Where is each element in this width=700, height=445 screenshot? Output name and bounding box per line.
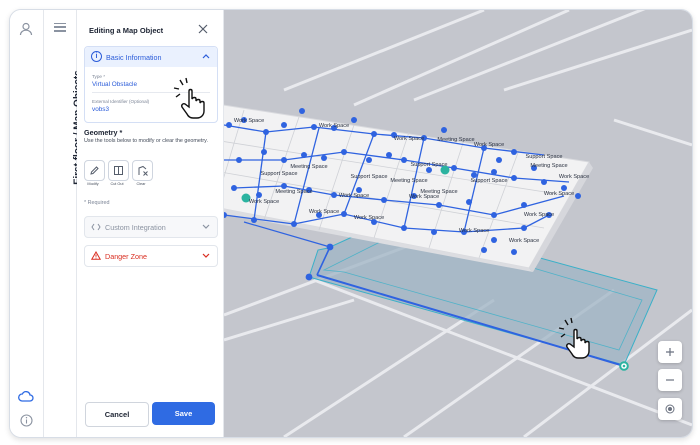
svg-text:Work Space: Work Space <box>319 123 349 129</box>
geometry-title: Geometry * <box>84 128 123 137</box>
svg-text:Meeting Space: Meeting Space <box>275 189 312 195</box>
type-label: Type * <box>92 74 106 79</box>
cut-out-button[interactable] <box>108 160 129 181</box>
svg-text:Work Space: Work Space <box>474 142 504 148</box>
svg-text:Meeting Space: Meeting Space <box>420 189 457 195</box>
svg-text:Support Space: Support Space <box>410 162 447 168</box>
basic-info-header[interactable]: i Basic Information <box>85 47 217 67</box>
geometry-description: Use the tools below to modify or clear t… <box>84 138 208 144</box>
plus-icon <box>666 348 674 356</box>
edit-panel: Editing a Map Object i Basic Information… <box>77 10 224 437</box>
modify-button[interactable] <box>84 160 105 181</box>
svg-text:Work Space: Work Space <box>354 215 384 221</box>
svg-text:Work Space: Work Space <box>309 209 339 215</box>
user-icon[interactable] <box>18 21 34 37</box>
cut-out-label: Cut Out <box>110 182 124 186</box>
svg-text:Support Space: Support Space <box>470 178 507 184</box>
required-note: * Required <box>84 200 110 206</box>
danger-zone-section[interactable]: Danger Zone <box>84 245 218 267</box>
svg-text:Work Space: Work Space <box>249 199 279 205</box>
type-field[interactable]: Virtual Obstacle <box>92 81 137 88</box>
app-window: First floor / Map Objects Editing a Map … <box>9 9 693 438</box>
svg-text:Work Space: Work Space <box>544 191 574 197</box>
svg-text:Meeting Space: Meeting Space <box>390 178 427 184</box>
svg-text:Meeting Space: Meeting Space <box>437 137 474 143</box>
chevron-down-icon <box>202 253 210 258</box>
menu-icon[interactable] <box>54 20 66 34</box>
svg-text:Work Space: Work Space <box>509 238 539 244</box>
ext-id-field[interactable]: vobs3 <box>92 106 109 113</box>
save-button[interactable]: Save <box>152 402 215 425</box>
basic-info-label: Basic Information <box>106 53 162 62</box>
svg-text:Support Space: Support Space <box>350 174 387 180</box>
code-icon <box>91 223 101 231</box>
svg-text:Work Space: Work Space <box>394 136 424 142</box>
svg-text:Work Space: Work Space <box>459 228 489 234</box>
chevron-down-icon <box>202 224 210 229</box>
locate-button[interactable] <box>658 398 682 420</box>
info-circle-icon: i <box>91 51 102 62</box>
warning-icon <box>91 251 101 260</box>
svg-text:Support Space: Support Space <box>525 154 562 160</box>
svg-text:Work Space: Work Space <box>234 118 264 124</box>
breadcrumb-column: First floor / Map Objects <box>44 10 84 437</box>
svg-text:Meeting Space: Meeting Space <box>290 164 327 170</box>
locate-icon <box>665 404 675 414</box>
clear-label: Clear <box>136 182 146 186</box>
minus-icon <box>666 379 674 381</box>
danger-zone-label: Danger Zone <box>105 252 147 261</box>
svg-text:Work Space: Work Space <box>524 212 554 218</box>
svg-text:Meeting Space: Meeting Space <box>530 163 567 169</box>
ext-id-label: External Identifier (Optional) <box>92 99 150 104</box>
pointer-hand-icon <box>173 77 205 119</box>
zoom-out-button[interactable] <box>658 369 682 391</box>
pencil-icon <box>90 166 99 175</box>
custom-integration-section[interactable]: Custom Integration <box>84 216 218 238</box>
zoom-in-button[interactable] <box>658 341 682 363</box>
svg-text:Work Space: Work Space <box>339 193 369 199</box>
icon-rail <box>10 10 44 437</box>
chevron-up-icon <box>202 54 210 59</box>
custom-integration-label: Custom Integration <box>105 223 166 232</box>
cut-out-icon <box>114 166 123 175</box>
info-icon[interactable] <box>18 412 34 428</box>
clear-shape-icon <box>138 165 148 176</box>
panel-title: Editing a Map Object <box>89 26 164 35</box>
cloud-icon[interactable] <box>18 388 34 404</box>
pointer-hand-icon <box>558 317 590 359</box>
svg-text:Work Space: Work Space <box>559 174 589 180</box>
clear-button[interactable] <box>132 160 153 181</box>
modify-label: Modify <box>87 182 99 186</box>
map-canvas[interactable]: Work Space Work Space Work Space Meeting… <box>224 10 692 437</box>
close-icon[interactable] <box>197 22 209 34</box>
svg-text:Support Space: Support Space <box>260 171 297 177</box>
cancel-button[interactable]: Cancel <box>85 402 149 427</box>
